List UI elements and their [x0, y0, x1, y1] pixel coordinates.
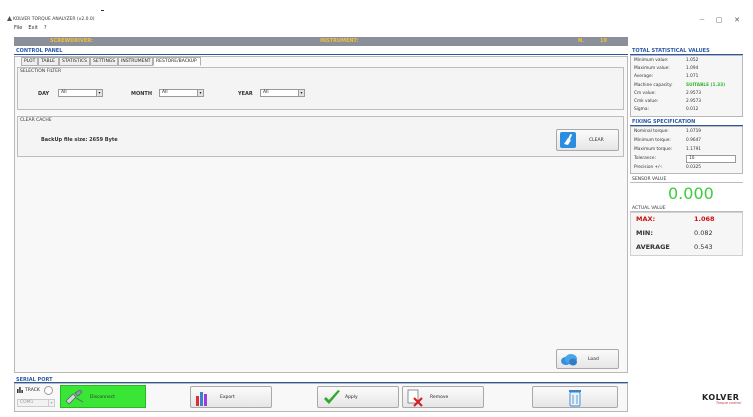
header-strip: SCREWDRIVER: INSTRUMENT: N. 10 [14, 37, 628, 46]
plug-icon [65, 389, 84, 405]
export-button[interactable]: Export [190, 386, 272, 408]
menu-file[interactable]: File [14, 25, 22, 31]
stat-label: Minimum value: [634, 58, 669, 63]
app-icon [7, 16, 12, 21]
com-select[interactable]: COM1 ▾ [17, 399, 55, 407]
spec-value: 0.0325 [686, 165, 702, 170]
day-select[interactable]: All ▾ [58, 89, 103, 97]
checkmark-icon [324, 390, 340, 404]
stat-value: 2.9573 [686, 90, 702, 96]
chart-icon [17, 387, 23, 393]
chevron-down-icon: ▾ [48, 400, 54, 406]
chevron-down-icon: ▾ [197, 90, 203, 96]
stat-label: Maximum value: [634, 66, 670, 72]
tab-statistics[interactable]: STATISTICS [59, 57, 90, 66]
menu-exit[interactable]: Exit [28, 25, 37, 31]
spec-label: Maximum torque: [634, 147, 673, 152]
com-select-value: COM1 [20, 400, 34, 405]
apply-button-label: Apply [345, 395, 358, 400]
tab-restore-backup[interactable]: RESTORE/BACKUP [153, 57, 201, 66]
menu-bar: File Exit? [14, 25, 53, 31]
stat-label: Cmk value: [634, 99, 659, 104]
year-select[interactable]: All ▾ [260, 89, 305, 97]
month-select-value: All [162, 90, 168, 95]
stat-value: 2.9573 [686, 99, 702, 104]
minimize-button[interactable]: — [696, 15, 708, 25]
tab-settings[interactable]: SETTINGS [90, 57, 118, 66]
title-bar [0, 0, 753, 28]
stat-value: 1.094 [686, 66, 699, 72]
backup-file-size: BackUp file size: 2659 Byte [41, 137, 118, 143]
spec-label: Precision +/-: [634, 165, 663, 170]
maximize-button[interactable]: ▢ [713, 15, 725, 25]
logo-tagline: Torque control [716, 401, 742, 405]
average-label: AVERAGE [636, 243, 670, 251]
stat-label: Cm value: [634, 90, 656, 96]
window-title: KOLVER TORQUE ANALYZER (v2.0.0) [13, 17, 95, 22]
kolver-logo: KOLVER Torque control [702, 393, 741, 405]
title-dash [101, 10, 104, 11]
stat-value: SUITABLE (1.33) [686, 82, 726, 88]
stat-value: 1.052 [686, 58, 699, 63]
stat-value: 0.012 [686, 107, 699, 113]
average-value: 0.543 [694, 243, 713, 251]
month-select[interactable]: All ▾ [159, 89, 204, 97]
connection-status-button[interactable]: Disconnect [60, 385, 146, 408]
close-button[interactable]: ✕ [731, 15, 743, 25]
tab-instrument[interactable]: INSTRUMENT [118, 57, 153, 66]
sensor-value-underline [630, 182, 743, 183]
day-label: DAY [38, 91, 50, 97]
min-value: 0.082 [694, 229, 713, 237]
min-label: MIN: [636, 229, 653, 237]
cloud-icon [561, 354, 577, 366]
track-toggle[interactable] [44, 386, 53, 395]
remove-button-label: Remove [430, 395, 449, 400]
load-button-label: Load [588, 357, 599, 362]
stat-label: Average: [634, 74, 654, 80]
max-value: 1.068 [694, 215, 715, 223]
clear-cache-title: CLEAR CACHE [20, 118, 52, 123]
chevron-down-icon: ▾ [96, 90, 102, 96]
delete-button[interactable] [532, 386, 618, 408]
n-label: N. [578, 38, 585, 44]
n-value: 10 [600, 38, 607, 44]
chevron-down-icon: ▾ [298, 90, 304, 96]
menu-help[interactable]: ? [44, 25, 47, 31]
max-label: MAX: [636, 215, 656, 223]
tab-plot[interactable]: PLOT [21, 57, 38, 66]
clear-button-label: CLEAR [589, 138, 604, 143]
track-label: TRACK [25, 388, 40, 393]
day-select-value: All [61, 90, 67, 95]
screwdriver-label: SCREWDRIVER: [50, 38, 94, 44]
month-label: MONTH [131, 91, 153, 97]
bar-chart-icon [196, 392, 207, 406]
trash-icon [569, 390, 581, 407]
tab-table[interactable]: TABLE [38, 57, 59, 66]
broom-icon [560, 132, 576, 148]
spec-label: Minimum torque: [634, 138, 671, 143]
year-label: YEAR [238, 91, 253, 97]
clear-button[interactable]: CLEAR [556, 129, 619, 151]
load-button[interactable]: Load [556, 349, 619, 369]
stat-label: Sigma: [634, 107, 649, 113]
export-button-label: Export [220, 395, 235, 400]
connection-status-label: Disconnect [90, 395, 115, 400]
remove-button[interactable]: Remove [402, 386, 484, 408]
stat-value: 1.071 [686, 74, 699, 80]
spec-label: Nominal torque: [634, 129, 669, 134]
year-select-value: All [263, 90, 269, 95]
remove-document-icon [407, 389, 423, 407]
spec-value: 1.0719 [686, 129, 702, 134]
selection-filter-title: SELECTION FILTER [20, 69, 62, 74]
spec-value: 0.9647 [686, 138, 702, 143]
spec-value: 1.1791 [686, 147, 702, 152]
instrument-label: INSTRUMENT: [320, 38, 359, 44]
spec-label: Tolerance: [634, 156, 656, 161]
apply-button[interactable]: Apply [317, 386, 399, 408]
control-panel-underline [14, 54, 628, 55]
stat-label: Machine capacity: [634, 82, 673, 88]
selection-filter-box [17, 67, 624, 110]
tolerance-input[interactable]: 10 [686, 154, 736, 163]
sensor-value: 0.000 [668, 184, 714, 203]
